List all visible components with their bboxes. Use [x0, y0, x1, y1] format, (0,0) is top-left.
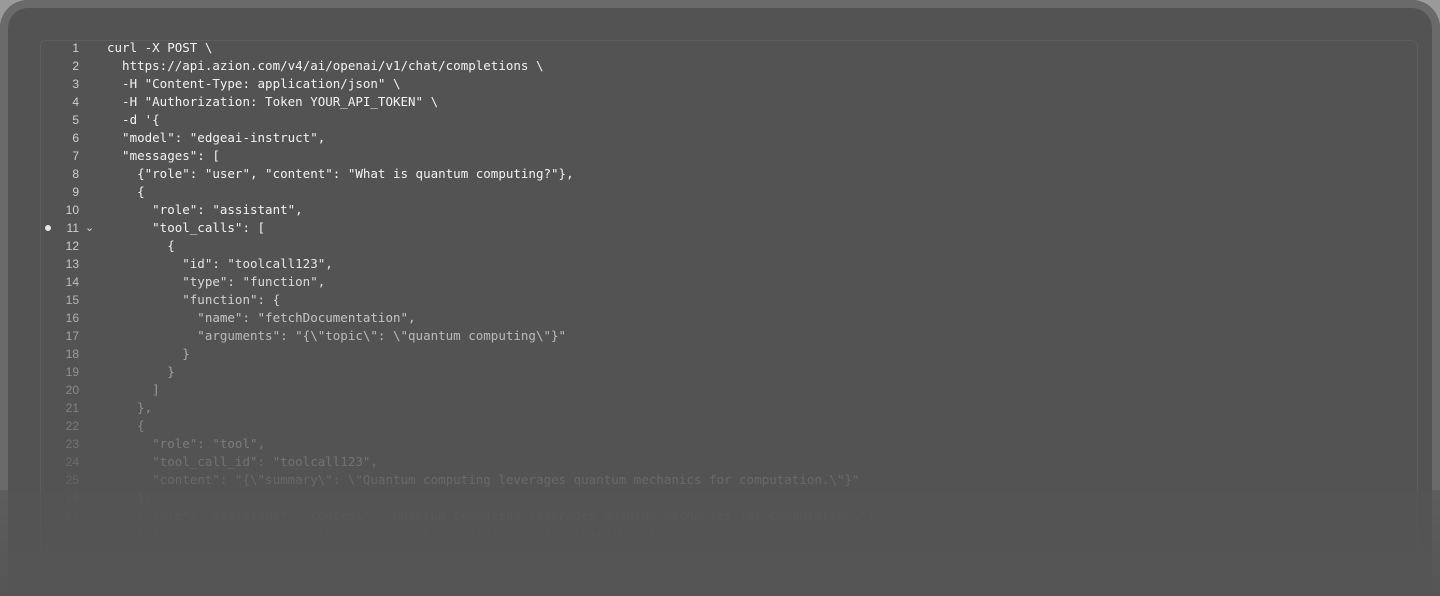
line-number: 21 [65, 401, 79, 415]
line-number: 2 [72, 59, 79, 73]
code-line[interactable]: 13 "id": "toolcall123", [41, 255, 1417, 273]
code-editor[interactable]: 1 curl -X POST \ 2 https://api.azion.com/v… [40, 40, 1418, 562]
line-text: "model": "edgeai-instruct", [107, 130, 326, 145]
chevron-down-icon[interactable]: ⌄ [85, 219, 94, 237]
line-text: "role": "tool", [107, 436, 266, 451]
code-line[interactable]: 25 "content": "{\"summary\": \"Quantum c… [41, 471, 1417, 489]
line-text: "role": "assistant", [107, 202, 303, 217]
line-number: 24 [65, 455, 79, 469]
line-number: 14 [65, 275, 79, 289]
line-text: -d '{ [107, 112, 160, 127]
code-line[interactable]: 22 { [41, 417, 1417, 435]
code-lines: 1 curl -X POST \ 2 https://api.azion.com/v… [41, 40, 1417, 543]
line-number: 4 [72, 95, 79, 109]
line-text: "messages": [ [107, 148, 220, 163]
line-number: 10 [65, 203, 79, 217]
line-text: ] [107, 382, 160, 397]
line-number: 16 [65, 311, 79, 325]
breakpoint-dot-icon[interactable] [45, 225, 51, 231]
code-line[interactable]: 4 -H "Authorization: Token YOUR_API_TOKE… [41, 93, 1417, 111]
line-number: 19 [65, 365, 79, 379]
line-number: 15 [65, 293, 79, 307]
line-text: "id": "toolcall123", [107, 256, 333, 271]
line-number: 5 [72, 113, 79, 127]
line-number: 17 [65, 329, 79, 343]
code-line[interactable]: 5 -d '{ [41, 111, 1417, 129]
code-line[interactable]: 18 } [41, 345, 1417, 363]
code-line[interactable]: 16 "name": "fetchDocumentation", [41, 309, 1417, 327]
line-text: "content": "{\"summary\": \"Quantum comp… [107, 472, 860, 487]
code-line[interactable]: 2 https://api.azion.com/v4/ai/openai/v1/… [41, 57, 1417, 75]
line-number: 1 [72, 41, 79, 55]
code-line[interactable]: 21 }, [41, 399, 1417, 417]
line-text: "function": { [107, 292, 281, 307]
code-line[interactable]: 23 "role": "tool", [41, 435, 1417, 453]
line-number: 13 [65, 257, 79, 271]
line-text: "type": "function", [107, 274, 326, 289]
line-number: 8 [72, 167, 79, 181]
line-text: curl -X POST \ [107, 40, 213, 55]
line-text: { [107, 238, 175, 253]
code-line[interactable]: 14 "type": "function", [41, 273, 1417, 291]
code-line[interactable]: 6 "model": "edgeai-instruct", [41, 129, 1417, 147]
code-line[interactable]: 12 { [41, 237, 1417, 255]
line-number: 22 [65, 419, 79, 433]
code-line[interactable]: 1 curl -X POST \ [41, 40, 1417, 57]
line-text: https://api.azion.com/v4/ai/openai/v1/ch… [107, 58, 544, 73]
line-text: -H "Authorization: Token YOUR_API_TOKEN"… [107, 94, 439, 109]
line-text: "tool_call_id": "toolcall123", [107, 454, 378, 469]
line-text: "arguments": "{\"topic\": \"quantum comp… [107, 328, 567, 343]
line-number: 11 [66, 221, 79, 235]
line-text: }, [107, 400, 153, 415]
line-number: 23 [65, 437, 79, 451]
line-text: {"role": "user", "content": "What is qua… [107, 166, 574, 181]
line-number: 18 [65, 347, 79, 361]
line-text: -H "Content-Type: application/json" \ [107, 76, 401, 91]
line-number: 6 [72, 131, 79, 145]
line-number: 9 [72, 185, 79, 199]
bottom-fade [0, 490, 1440, 596]
code-line[interactable]: 17 "arguments": "{\"topic\": \"quantum c… [41, 327, 1417, 345]
line-number: 12 [65, 239, 79, 253]
line-number: 3 [72, 77, 79, 91]
code-line[interactable]: 10 "role": "assistant", [41, 201, 1417, 219]
line-text: { [107, 184, 145, 199]
code-line[interactable]: 20 ] [41, 381, 1417, 399]
code-line[interactable]: 7 "messages": [ [41, 147, 1417, 165]
code-line[interactable]: 15 "function": { [41, 291, 1417, 309]
code-line[interactable]: 3 -H "Content-Type: application/json" \ [41, 75, 1417, 93]
line-number: 7 [72, 149, 79, 163]
code-line[interactable]: 24 "tool_call_id": "toolcall123", [41, 453, 1417, 471]
code-line[interactable]: 8 {"role": "user", "content": "What is q… [41, 165, 1417, 183]
line-text: } [107, 364, 175, 379]
line-text: "name": "fetchDocumentation", [107, 310, 416, 325]
line-number: 20 [65, 383, 79, 397]
code-line[interactable]: 19 } [41, 363, 1417, 381]
line-text: "tool_calls": [ [107, 220, 266, 235]
line-number: 25 [65, 473, 79, 487]
code-line[interactable]: ⌄ 11 "tool_calls": [ [41, 219, 1417, 237]
line-text: { [107, 418, 145, 433]
line-text: } [107, 346, 190, 361]
code-line[interactable]: 9 { [41, 183, 1417, 201]
